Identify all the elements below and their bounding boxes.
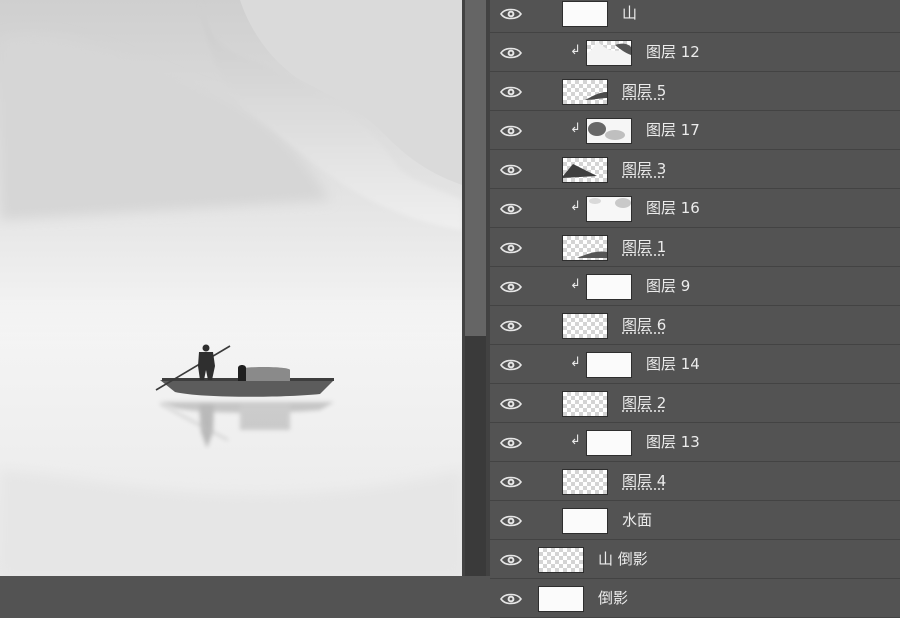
layer-name[interactable]: 图层 6 (622, 316, 666, 334)
layer-row[interactable]: ↲ 图层 9 (490, 267, 900, 306)
layer-thumbnail[interactable] (562, 1, 608, 27)
layer-thumbnail[interactable] (562, 157, 608, 183)
eye-icon[interactable] (500, 279, 522, 293)
layer-name[interactable]: 图层 14 (646, 355, 700, 373)
layer-name[interactable]: 图层 3 (622, 160, 666, 178)
layer-name[interactable]: 图层 16 (646, 199, 700, 217)
eye-icon[interactable] (500, 201, 522, 215)
layer-name[interactable]: 山 (622, 4, 637, 22)
layer-row[interactable]: 山 (490, 0, 900, 33)
artwork-image (0, 0, 462, 576)
layer-row[interactable]: 倒影 (490, 579, 900, 618)
layer-row[interactable]: 图层 5 (490, 72, 900, 111)
scrollbar-thumb[interactable] (465, 0, 486, 336)
layer-row[interactable]: 图层 3 (490, 150, 900, 189)
eye-icon[interactable] (500, 45, 522, 59)
eye-icon[interactable] (500, 474, 522, 488)
clipping-arrow-icon: ↲ (570, 199, 581, 214)
layer-name[interactable]: 图层 13 (646, 433, 700, 451)
layer-name[interactable]: 图层 9 (646, 277, 690, 295)
eye-icon[interactable] (500, 162, 522, 176)
layer-thumbnail[interactable] (586, 118, 632, 144)
layer-row[interactable]: ↲ 图层 12 (490, 33, 900, 72)
layer-thumbnail[interactable] (562, 79, 608, 105)
eye-icon[interactable] (500, 318, 522, 332)
layer-name[interactable]: 倒影 (598, 589, 628, 607)
layer-thumbnail[interactable] (562, 313, 608, 339)
layer-thumbnail[interactable] (562, 508, 608, 534)
layer-row[interactable]: 水面 (490, 501, 900, 540)
layers-scrollbar[interactable] (462, 0, 490, 576)
eye-icon[interactable] (500, 357, 522, 371)
eye-icon[interactable] (500, 513, 522, 527)
layer-row[interactable]: ↲ 图层 17 (490, 111, 900, 150)
layers-panel: 山 ↲ 图层 12 图层 5 ↲ 图层 17 图层 3 ↲ 图层 16 图层 1 ↲ 图层 9 图层 6… (490, 0, 900, 618)
layer-row[interactable]: 图层 4 (490, 462, 900, 501)
layer-thumbnail[interactable] (562, 235, 608, 261)
layer-row[interactable]: 山 倒影 (490, 540, 900, 579)
eye-icon[interactable] (500, 591, 522, 605)
eye-icon[interactable] (500, 123, 522, 137)
layer-name[interactable]: 图层 5 (622, 82, 666, 100)
clipping-arrow-icon: ↲ (570, 121, 581, 136)
layer-thumbnail[interactable] (562, 391, 608, 417)
clipping-arrow-icon: ↲ (570, 433, 581, 448)
layer-thumbnail[interactable] (586, 40, 632, 66)
clipping-arrow-icon: ↲ (570, 355, 581, 370)
layer-name[interactable]: 图层 4 (622, 472, 666, 490)
layer-row[interactable]: ↲ 图层 16 (490, 189, 900, 228)
layer-name[interactable]: 图层 17 (646, 121, 700, 139)
layer-name[interactable]: 水面 (622, 511, 652, 529)
eye-icon[interactable] (500, 84, 522, 98)
layer-thumbnail[interactable] (538, 586, 584, 612)
layer-row[interactable]: ↲ 图层 14 (490, 345, 900, 384)
layer-row[interactable]: ↲ 图层 13 (490, 423, 900, 462)
eye-icon[interactable] (500, 396, 522, 410)
layer-name[interactable]: 山 倒影 (598, 550, 648, 568)
layer-row[interactable]: 图层 2 (490, 384, 900, 423)
layer-thumbnail[interactable] (586, 352, 632, 378)
clipping-arrow-icon: ↲ (570, 43, 581, 58)
layer-thumbnail[interactable] (586, 430, 632, 456)
layer-name[interactable]: 图层 2 (622, 394, 666, 412)
layer-thumbnail[interactable] (562, 469, 608, 495)
layer-row[interactable]: 图层 1 (490, 228, 900, 267)
layer-thumbnail[interactable] (586, 196, 632, 222)
layer-thumbnail[interactable] (538, 547, 584, 573)
clipping-arrow-icon: ↲ (570, 277, 581, 292)
eye-icon[interactable] (500, 435, 522, 449)
document-canvas[interactable] (0, 0, 462, 576)
eye-icon[interactable] (500, 240, 522, 254)
layer-name[interactable]: 图层 1 (622, 238, 666, 256)
layer-name[interactable]: 图层 12 (646, 43, 700, 61)
eye-icon[interactable] (500, 552, 522, 566)
eye-icon[interactable] (500, 6, 522, 20)
layer-thumbnail[interactable] (586, 274, 632, 300)
layer-row[interactable]: 图层 6 (490, 306, 900, 345)
